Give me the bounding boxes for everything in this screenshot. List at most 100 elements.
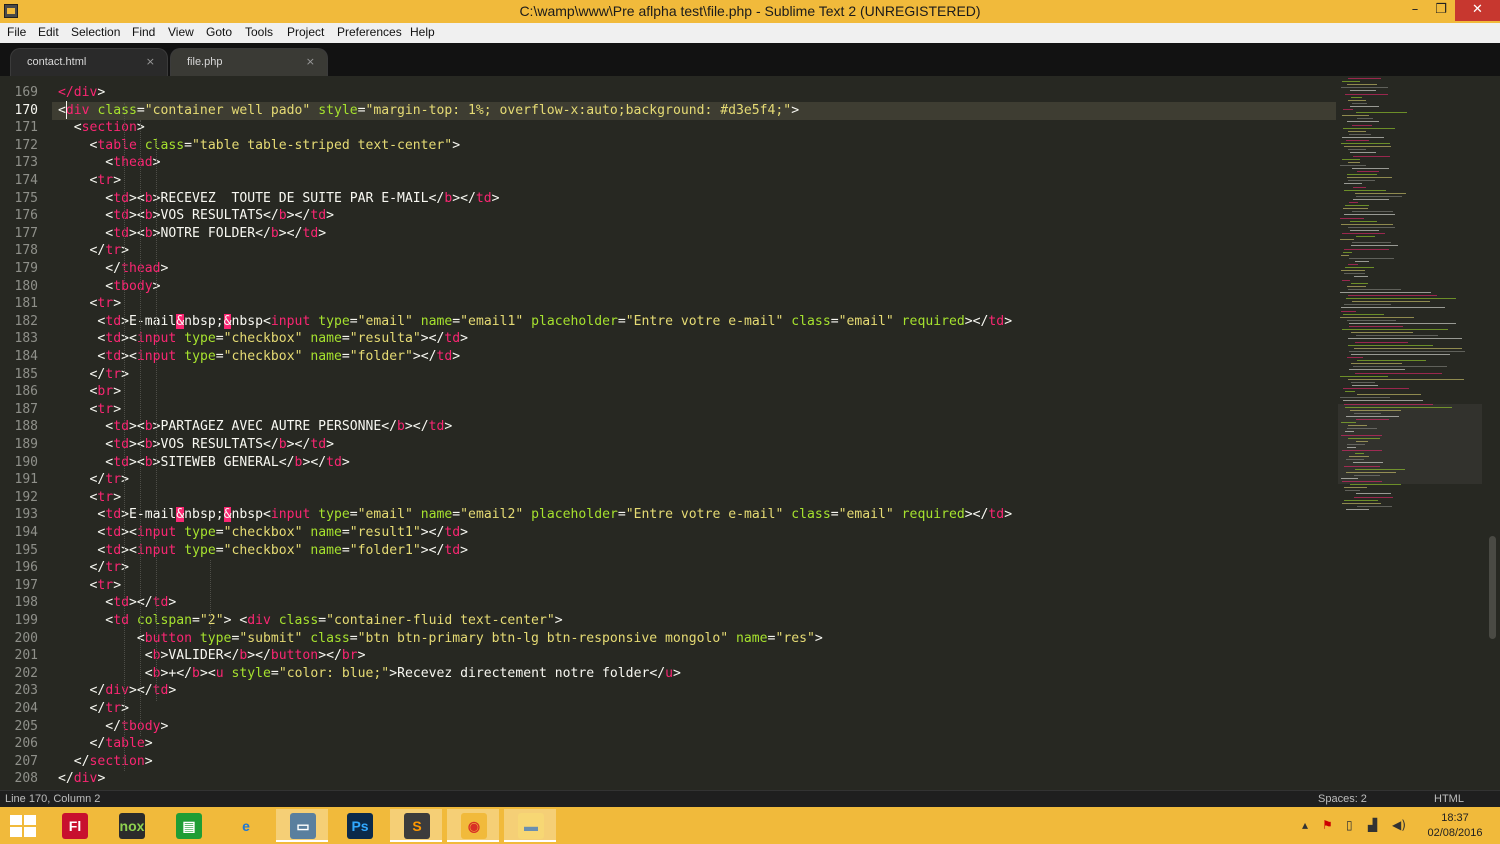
code-token: tr bbox=[97, 489, 114, 505]
code-line[interactable]: </tr> bbox=[58, 367, 129, 382]
windows-start-icon[interactable] bbox=[10, 815, 36, 837]
syntax-mode[interactable]: HTML bbox=[1434, 793, 1464, 805]
code-line[interactable]: <tr> bbox=[58, 489, 122, 505]
code-token: </div bbox=[58, 85, 98, 100]
menu-edit[interactable]: Edit bbox=[38, 25, 59, 39]
code-line[interactable]: <td>E-mail&nbsp;&nbsp<input type="email"… bbox=[58, 507, 1012, 523]
menu-view[interactable]: View bbox=[168, 25, 194, 39]
battery-icon[interactable]: ▯ bbox=[1346, 818, 1353, 832]
tab-contact-html[interactable]: contact.html × bbox=[10, 48, 168, 76]
code-line[interactable]: <tr> bbox=[58, 173, 122, 188]
tab-file-php[interactable]: file.php × bbox=[170, 48, 328, 76]
code-line[interactable]: </div></td> bbox=[58, 683, 177, 698]
menu-goto[interactable]: Goto bbox=[206, 25, 232, 39]
vertical-scrollbar[interactable] bbox=[1486, 76, 1500, 790]
code-line[interactable]: <td>E-mail&nbsp;&nbsp<input type="email"… bbox=[58, 313, 1012, 329]
taskbar-app-flash[interactable]: Fl bbox=[48, 809, 100, 842]
minimap-line bbox=[1353, 186, 1366, 188]
minimap[interactable] bbox=[1336, 76, 1486, 790]
taskbar-app-store[interactable]: ▤ bbox=[162, 809, 214, 842]
maximize-button[interactable]: ❐ bbox=[1426, 0, 1456, 21]
code-line[interactable]: </thead> bbox=[58, 261, 168, 276]
minimap-line bbox=[1349, 350, 1465, 352]
code-editor[interactable]: 169 170 171 172 173 174 175 176 177 178 179 180 181 1… bbox=[0, 76, 1500, 790]
menu-file[interactable]: File bbox=[7, 25, 26, 39]
code-line[interactable]: <b>+</b><u style="color: blue;">Recevez … bbox=[58, 666, 681, 681]
minimap-line bbox=[1349, 133, 1371, 135]
taskbar-app-chrome[interactable]: ◉ bbox=[447, 809, 499, 842]
code-line[interactable]: </div> bbox=[58, 85, 105, 100]
close-icon[interactable]: × bbox=[306, 55, 315, 68]
taskbar-app-nox[interactable]: nox bbox=[105, 809, 157, 842]
close-icon[interactable]: × bbox=[146, 55, 155, 68]
code-line[interactable]: <td><b>PARTAGEZ AVEC AUTRE PERSONNE</b><… bbox=[58, 419, 452, 434]
code-token: < bbox=[58, 190, 114, 206]
close-button[interactable]: ✕ bbox=[1455, 0, 1500, 21]
taskbar-app-file-viewer[interactable]: ▭ bbox=[276, 809, 328, 842]
code-line[interactable]: <td><input type="checkbox" name="resulta… bbox=[58, 331, 468, 346]
code-line[interactable]: <tr> bbox=[58, 402, 122, 417]
code-line[interactable]: <td><b>VOS RESULTATS</b></td> bbox=[58, 208, 334, 223]
code-line[interactable]: </table> bbox=[58, 736, 153, 751]
code-line[interactable]: </tr> bbox=[58, 472, 129, 487]
network-icon[interactable]: ▟ bbox=[1368, 818, 1377, 832]
menu-find[interactable]: Find bbox=[132, 25, 155, 39]
volume-icon[interactable]: ◀) bbox=[1392, 818, 1406, 832]
code-line[interactable]: <b>VALIDER</b></button></br> bbox=[58, 648, 366, 663]
taskbar-app-file-explorer[interactable]: ▬ bbox=[504, 809, 556, 842]
code-token: type bbox=[184, 525, 216, 540]
indentation-setting[interactable]: Spaces: 2 bbox=[1318, 793, 1367, 805]
menu-selection[interactable]: Selection bbox=[71, 25, 120, 39]
line-number: 178 bbox=[14, 243, 38, 259]
code-token: > bbox=[791, 102, 800, 118]
taskbar-app-sublime-text[interactable]: S bbox=[390, 809, 442, 842]
menu-project[interactable]: Project bbox=[287, 25, 324, 39]
code-token: input bbox=[136, 542, 185, 558]
code-token: td bbox=[105, 349, 122, 364]
code-token: class bbox=[791, 507, 831, 523]
code-line[interactable]: <thead> bbox=[58, 155, 160, 170]
scrollbar-thumb[interactable] bbox=[1489, 536, 1496, 639]
action-center-icon[interactable]: ⚑ bbox=[1322, 818, 1333, 832]
code-line[interactable]: <button type="submit" class="btn btn-pri… bbox=[58, 631, 823, 646]
code-line[interactable]: <tbody> bbox=[58, 279, 160, 294]
minimap-line bbox=[1346, 298, 1456, 300]
show-hidden-icons-icon[interactable]: ▴ bbox=[1302, 818, 1308, 832]
code-line[interactable]: <div class="container well pado" style="… bbox=[58, 103, 799, 118]
code-line[interactable]: </tr> bbox=[58, 560, 129, 575]
code-line[interactable]: <table class="table table-striped text-c… bbox=[58, 138, 461, 153]
code-line[interactable]: <br> bbox=[58, 384, 122, 399]
code-line[interactable]: <section> bbox=[58, 120, 145, 135]
minimap-line bbox=[1348, 338, 1462, 340]
menu-preferences[interactable]: Preferences bbox=[337, 25, 402, 39]
code-token: & bbox=[176, 313, 185, 329]
code-token: = bbox=[341, 349, 350, 364]
menu-tools[interactable]: Tools bbox=[245, 25, 273, 39]
code-line[interactable]: <tr> bbox=[58, 296, 122, 312]
code-line[interactable]: <td><b>VOS RESULTATS</b></td> bbox=[58, 437, 334, 452]
code-line[interactable]: <td><b>NOTRE FOLDER</b></td> bbox=[58, 226, 326, 241]
code-line[interactable]: <td></td> bbox=[58, 595, 176, 610]
code-line[interactable]: <tr> bbox=[58, 578, 122, 593]
minimap-line bbox=[1351, 353, 1450, 355]
menu-help[interactable]: Help bbox=[410, 25, 435, 39]
code-line[interactable]: </tr> bbox=[58, 243, 129, 258]
taskbar-app-internet-explorer[interactable]: e bbox=[219, 809, 271, 842]
minimap-line bbox=[1344, 403, 1433, 405]
minimap-line bbox=[1349, 202, 1358, 203]
code-line[interactable]: <td><input type="checkbox" name="folder"… bbox=[58, 349, 460, 364]
code-token: td bbox=[310, 208, 327, 224]
code-line[interactable]: <td colspan="2"> <div class="container-f… bbox=[58, 613, 562, 628]
code-line[interactable]: </tr> bbox=[58, 701, 129, 716]
clock[interactable]: 18:37 02/08/2016 bbox=[1418, 811, 1492, 841]
code-token: >VALIDER</ bbox=[160, 648, 240, 664]
code-line[interactable]: </section> bbox=[58, 754, 153, 769]
code-line[interactable]: </div> bbox=[58, 771, 105, 786]
code-line[interactable]: <td><b>SITEWEB GENERAL</b></td> bbox=[58, 455, 349, 470]
code-line[interactable]: </tbody> bbox=[58, 719, 168, 734]
code-line[interactable]: <td><input type="checkbox" name="folder1… bbox=[58, 543, 468, 558]
taskbar-app-photoshop[interactable]: Ps bbox=[333, 809, 385, 842]
code-token: tr bbox=[97, 296, 114, 312]
code-line[interactable]: <td><input type="checkbox" name="result1… bbox=[58, 525, 468, 540]
code-token: >Recevez directement notre folder</ bbox=[389, 665, 666, 681]
